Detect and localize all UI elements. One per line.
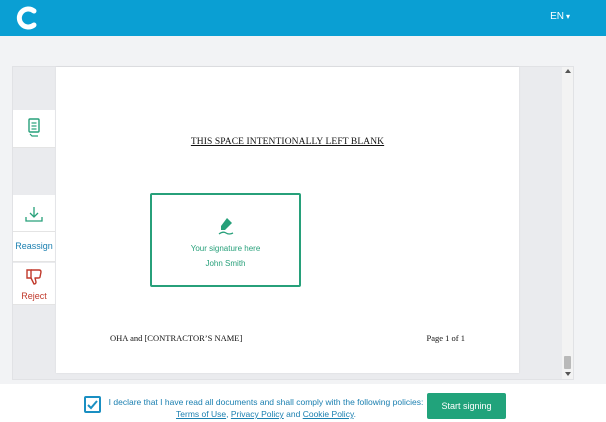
top-bar: EN ▾ — [0, 0, 606, 36]
language-selector[interactable]: EN ▾ — [550, 11, 570, 22]
language-label: EN — [550, 11, 564, 22]
scroll-up-arrow-icon[interactable] — [565, 69, 571, 73]
reassign-button[interactable]: Reassign — [13, 232, 55, 262]
consent-comma: , — [226, 409, 229, 419]
start-signing-button[interactable]: Start signing — [427, 393, 506, 419]
cookie-policy-link[interactable]: Cookie Policy — [303, 409, 354, 419]
consent-statement: I declare that I have read all documents… — [108, 397, 424, 407]
privacy-policy-link[interactable]: Privacy Policy — [231, 409, 284, 419]
chevron-down-icon: ▾ — [565, 12, 570, 21]
scroll-down-arrow-icon[interactable] — [565, 372, 571, 376]
reassign-label: Reassign — [15, 241, 53, 251]
document-nav-button[interactable] — [13, 110, 55, 148]
consent-checkbox[interactable] — [84, 396, 101, 413]
terms-of-use-link[interactable]: Terms of Use — [176, 409, 226, 419]
scrollbar[interactable] — [562, 67, 573, 379]
consent-text: I declare that I have read all documents… — [108, 396, 424, 420]
document-page: THIS SPACE INTENTIONALLY LEFT BLANK Your… — [56, 67, 519, 373]
reject-label: Reject — [21, 291, 47, 301]
thumbs-down-icon — [26, 269, 42, 285]
consent-bar: I declare that I have read all documents… — [0, 384, 606, 422]
document-icon — [28, 118, 40, 137]
blank-space-notice: THIS SPACE INTENTIONALLY LEFT BLANK — [190, 137, 385, 147]
signer-name: John Smith — [205, 259, 246, 268]
signature-field[interactable]: Your signature here John Smith — [150, 193, 301, 287]
c-logo-icon[interactable] — [14, 5, 40, 31]
page-number: Page 1 of 1 — [426, 333, 465, 343]
consent-period: . — [353, 409, 356, 419]
reject-button[interactable]: Reject — [13, 263, 55, 305]
download-icon — [25, 207, 43, 222]
scrollbar-thumb[interactable] — [564, 356, 571, 369]
page-footer-left: OHA and [CONTRACTOR’S NAME] — [110, 333, 243, 343]
checkmark-icon — [87, 400, 98, 410]
consent-and: and — [286, 409, 301, 419]
download-button[interactable] — [13, 195, 55, 232]
signature-placeholder: Your signature here — [190, 244, 261, 253]
pen-icon — [218, 218, 233, 235]
